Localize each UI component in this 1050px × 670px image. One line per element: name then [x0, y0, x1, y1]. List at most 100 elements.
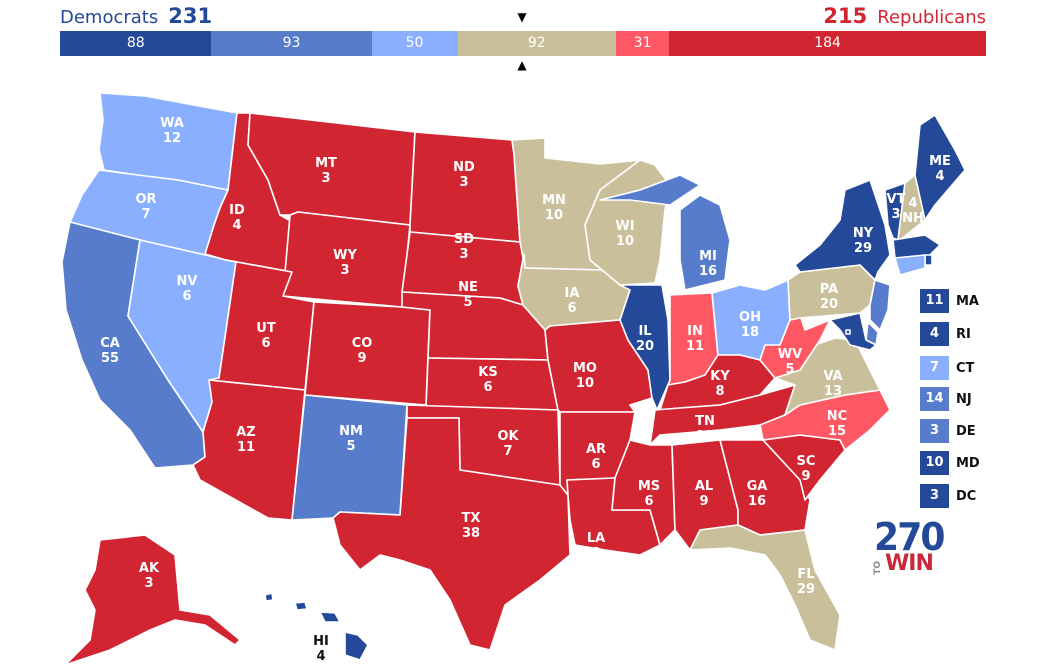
small-state-md[interactable]: 10 MD [920, 451, 980, 475]
state-ev-ak: 3 [144, 576, 153, 591]
small-state-ev-box[interactable]: 11 [920, 289, 949, 313]
state-label-ks: KS [478, 365, 497, 380]
state-ev-mo: 10 [576, 376, 594, 391]
state-label-wy: WY [333, 248, 357, 263]
small-state-abbr: DE [956, 423, 976, 439]
state-ev-fl: 29 [797, 582, 815, 597]
state-ev-oh: 18 [741, 325, 759, 340]
state-label-nv: NV [177, 274, 198, 289]
state-label-ne: NE [458, 280, 478, 295]
state-label-ok: OK [497, 429, 519, 444]
state-label-co: CO [352, 336, 373, 351]
state-label-mn: MN [542, 193, 566, 208]
state-ev-ok: 7 [503, 444, 512, 459]
state-label-tn: TN [695, 414, 715, 429]
state-ev-or: 7 [141, 207, 150, 222]
small-state-de[interactable]: 3 DE [920, 419, 976, 443]
small-state-ev-box[interactable]: 14 [920, 387, 949, 411]
small-state-nj[interactable]: 14 NJ [920, 387, 972, 411]
state-label-nc: NC [827, 409, 847, 424]
state-label-nm: NM [339, 424, 363, 439]
state-label-ar: AR [586, 442, 606, 457]
state-ev-nm: 5 [346, 439, 355, 454]
state-ev-al: 9 [699, 494, 708, 509]
state-ev-id: 4 [232, 218, 241, 233]
state-ev-la: 8 [591, 546, 600, 561]
state-ev-ia: 6 [567, 301, 576, 316]
state-ev-va: 13 [824, 384, 842, 399]
state-ny[interactable] [794, 179, 891, 281]
state-label-mi: MI [699, 249, 717, 264]
state-ma[interactable] [892, 234, 941, 259]
state-ev-az: 11 [237, 440, 255, 455]
state-label-id: ID [229, 203, 245, 218]
state-dc[interactable] [845, 329, 851, 335]
small-state-ev-box[interactable]: 7 [920, 356, 949, 380]
state-label-or: OR [135, 192, 156, 207]
state-ev-hi: 4 [316, 649, 325, 664]
small-state-ri[interactable]: 4 RI [920, 322, 971, 346]
state-label-sd: SD [454, 232, 474, 247]
state-ev-ny: 29 [854, 241, 872, 256]
state-fl[interactable] [689, 524, 841, 651]
small-state-ct[interactable]: 7 CT [920, 356, 974, 380]
state-label-vt: VT [887, 192, 906, 207]
state-ak[interactable] [64, 534, 241, 666]
state-label-fl: FL [797, 567, 814, 582]
state-label-ca: CA [100, 336, 120, 351]
small-state-dc[interactable]: 3 DC [920, 484, 976, 508]
state-nj[interactable] [869, 279, 891, 331]
state-label-la: LA [587, 531, 605, 546]
state-ev-ky: 8 [715, 384, 724, 399]
state-ev-sd: 3 [459, 247, 468, 262]
state-ct[interactable] [894, 254, 926, 276]
state-ev-ms: 6 [644, 494, 653, 509]
small-state-abbr: NJ [956, 391, 972, 407]
state-label-in: IN [687, 324, 703, 339]
state-ev-il: 20 [636, 339, 654, 354]
state-ev-nd: 3 [459, 175, 468, 190]
state-ri[interactable] [924, 254, 933, 266]
state-ev-in: 11 [686, 339, 704, 354]
state-label-va: VA [823, 369, 842, 384]
state-ev-sc: 9 [801, 469, 810, 484]
270towin-logo: 270 TO WIN [873, 515, 946, 575]
state-ev-me: 4 [935, 169, 944, 184]
state-ev-ks: 6 [483, 380, 492, 395]
state-label-ak: AK [139, 561, 160, 576]
state-label-me: ME [929, 154, 951, 169]
small-state-ev-box[interactable]: 3 [920, 419, 949, 443]
small-state-ev-box[interactable]: 3 [920, 484, 949, 508]
small-state-ev-box[interactable]: 4 [920, 322, 949, 346]
state-label-hi: HI [313, 634, 329, 649]
small-state-ev-box[interactable]: 10 [920, 451, 949, 475]
state-ev-ga: 16 [748, 494, 766, 509]
state-ev-mn: 10 [545, 208, 563, 223]
state-label-wi: WI [615, 219, 634, 234]
state-label-wa: WA [160, 116, 184, 131]
state-ev-tn: 11 [696, 429, 714, 444]
small-state-abbr: MD [956, 455, 980, 471]
small-state-abbr: CT [956, 360, 975, 376]
state-label-ky: KY [710, 369, 730, 384]
state-label-ut: UT [256, 321, 276, 336]
state-ev-nv: 6 [182, 289, 191, 304]
state-label-al: AL [695, 479, 713, 494]
state-label-sc: SC [797, 454, 816, 469]
state-label-nh: 4 [908, 196, 917, 211]
state-nm[interactable] [291, 394, 408, 521]
state-ev-wi: 10 [616, 234, 634, 249]
state-ev-wy: 3 [340, 263, 349, 278]
state-label-nd: ND [453, 160, 475, 175]
state-label-pa: PA [820, 282, 838, 297]
state-ev-tx: 38 [462, 526, 480, 541]
small-state-ma[interactable]: 11 MA [920, 289, 979, 313]
state-ev-ar: 6 [591, 457, 600, 472]
logo-number: 270 [874, 515, 946, 559]
state-ev-ut: 6 [261, 336, 270, 351]
state-label-az: AZ [236, 425, 256, 440]
state-label-ia: IA [565, 286, 580, 301]
state-label-ny: NY [853, 226, 874, 241]
state-co[interactable] [304, 301, 431, 406]
state-ev-mi: 16 [699, 264, 717, 279]
